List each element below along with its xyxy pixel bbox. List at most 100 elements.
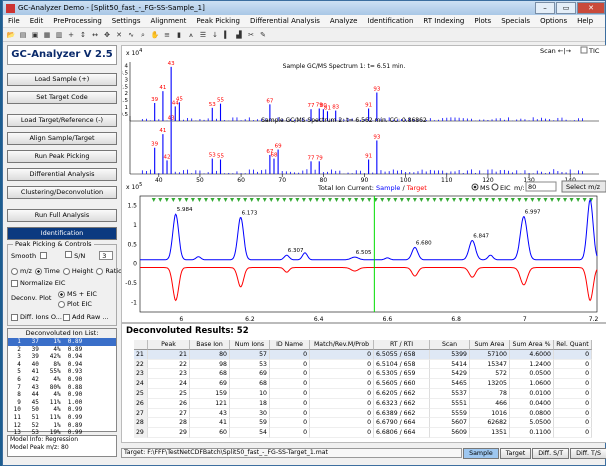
normalize-checkbox[interactable] (11, 279, 18, 287)
load-sample-button[interactable]: Load Sample (+) (7, 73, 117, 86)
clustering-deconvolution-button[interactable]: Clustering/Deconvolution (7, 186, 117, 199)
ion-list-item[interactable]: 2 39 4% 0.89 (8, 346, 116, 354)
diff-ions-checkbox[interactable] (11, 313, 18, 321)
sn-checkbox[interactable] (65, 251, 73, 258)
plots-svg[interactable]: x 104 Scan ←|→ TIC 43.532.521.510.539414… (119, 46, 606, 324)
table-row[interactable]: 29 29 60 54 0 0 6.6806 / 664 5609 1351 0.1100 0 (134, 428, 596, 438)
column-header[interactable]: Num Ions (230, 340, 270, 350)
arrow-down-icon[interactable]: ↓ (210, 30, 220, 40)
results-table[interactable]: Peak Base Ion Num Ions ID Name Match/Rev.M/P… (134, 340, 596, 438)
menu-rt-indexing[interactable]: RT Indexing (418, 17, 469, 25)
table-row[interactable]: 27 27 43 30 0 0 6.6389 / 662 5559 1016 0.0800 0 (134, 408, 596, 419)
scan-nav-label[interactable]: Scan ←|→ (540, 47, 572, 55)
chart-icon[interactable]: ▟ (234, 30, 244, 40)
menu-options[interactable]: Options (535, 17, 572, 25)
hand-icon[interactable]: ✋ (150, 30, 160, 40)
column-header[interactable]: Sum Area % (510, 340, 554, 350)
print-icon[interactable]: ▦ (42, 30, 52, 40)
table-row[interactable]: 21 21 80 57 0 0 6.5055 / 658 5399 57100 4.6000 0 (134, 349, 596, 360)
menu-edit[interactable]: Edit (25, 17, 49, 25)
deconvoluted-ion-list[interactable]: Deconvoluted Ion List: 1 37 1% 0.89 2 39… (7, 328, 117, 444)
close-button[interactable]: ✕ (577, 2, 605, 14)
ion-list-item[interactable]: 7 43 80% 0.88 (8, 384, 116, 392)
menu-specials[interactable]: Specials (496, 17, 535, 25)
ion-list-item[interactable]: 10 50 4% 0.99 (8, 406, 116, 414)
ms-eic-radio[interactable] (58, 290, 65, 298)
column-header[interactable]: RT / RTI (374, 340, 430, 350)
minimize-button[interactable]: – (535, 2, 555, 14)
tic-checkbox[interactable] (580, 46, 588, 54)
add-raw-checkbox[interactable] (63, 313, 70, 321)
diff-t-s-button[interactable]: Diff. T/S (570, 447, 606, 459)
ion-list-item[interactable]: 9 45 11% 1.00 (8, 399, 116, 407)
table-row[interactable]: 25 25 159 10 0 0 6.6205 / 662 5537 78 0.0100 0 (134, 388, 596, 399)
menu-identification[interactable]: Identification (363, 17, 419, 25)
pan-horizontal-icon[interactable]: ↔ (90, 30, 100, 40)
hbar-icon[interactable]: ≡ (162, 30, 172, 40)
waveform-icon[interactable]: ∿ (126, 30, 136, 40)
mode-Height-radio[interactable] (62, 267, 70, 275)
bar-chart-icon[interactable]: ▮ (174, 30, 184, 40)
ion-list-item[interactable]: 6 42 4% 0.90 (8, 376, 116, 384)
menu-differential-analysis[interactable]: Differential Analysis (245, 17, 325, 25)
menu-plots[interactable]: Plots (469, 17, 496, 25)
diff-s-t-button[interactable]: Diff. S/T (532, 447, 570, 459)
table-icon[interactable]: ▥ (54, 30, 64, 40)
pan-vertical-icon[interactable]: ↕ (78, 30, 88, 40)
menu-help[interactable]: Help (572, 17, 598, 25)
sample-button[interactable]: Sample (463, 447, 499, 459)
maximize-button[interactable]: ▭ (556, 2, 576, 14)
table-row[interactable]: 28 28 41 59 0 0 6.6790 / 664 5607 62682 5.0500 0 (134, 418, 596, 429)
open-folder-icon[interactable]: 📂 (6, 30, 16, 40)
menu-preprocessing[interactable]: PreProcessing (48, 17, 107, 25)
plot-area[interactable]: x 104 Scan ←|→ TIC 43.532.521.510.539414… (119, 45, 606, 324)
mode-mz-radio[interactable] (11, 267, 18, 275)
peak-icon[interactable]: ⩚ (186, 30, 196, 40)
menu-peak-picking[interactable]: Peak Picking (191, 17, 245, 25)
move-icon[interactable]: ✥ (102, 30, 112, 40)
ion-list-item[interactable]: 8 44 4% 0.90 (8, 391, 116, 399)
table-row[interactable]: 24 24 69 68 0 0 6.5605 / 660 5465 13205 1.0600 0 (134, 379, 596, 389)
target-button[interactable]: Target (499, 447, 532, 459)
table-row[interactable]: 23 23 68 69 0 0 6.5305 / 659 5429 572 0.0500 0 (134, 369, 596, 380)
zoom-icon[interactable]: ⌕ (138, 30, 148, 40)
run-peak-picking-button[interactable]: Run Peak Picking (7, 150, 117, 163)
cross-icon[interactable]: ✕ (114, 30, 124, 40)
sn-checkbox-wrap[interactable]: S/N (65, 251, 85, 260)
ion-list-item[interactable]: 11 51 11% 0.99 (8, 414, 116, 422)
column-header[interactable]: Peak (148, 340, 190, 350)
table-row[interactable]: 26 26 121 18 0 0 6.6323 / 662 5551 466 0.0400 0 (134, 398, 596, 409)
identification-button[interactable]: Identification (7, 227, 117, 240)
ion-list-item[interactable]: 1 37 1% 0.89 (8, 338, 116, 346)
ion-list-item[interactable]: 12 52 1% 0.89 (8, 422, 116, 430)
menu-analyze[interactable]: Analyze (325, 17, 363, 25)
set-target-code-button[interactable]: Set Target Code (7, 91, 117, 104)
sn-input[interactable]: 3 (99, 251, 114, 260)
column-header[interactable]: Scan (430, 340, 470, 350)
load-target-reference-button[interactable]: Load Target/Reference (-) (7, 114, 117, 127)
eic-radio[interactable] (491, 183, 499, 191)
ion-list-item[interactable]: 4 40 8% 0.94 (8, 361, 116, 369)
differential-analysis-button[interactable]: Differential Analysis (7, 168, 117, 181)
ion-list-item[interactable]: 3 39 42% 0.94 (8, 353, 116, 361)
menu-alignment[interactable]: Alignment (146, 17, 192, 25)
smooth-checkbox[interactable] (40, 252, 48, 259)
column-header[interactable]: Rel. Quant (554, 340, 592, 350)
zoom-in-icon[interactable]: + (66, 30, 76, 40)
column-header[interactable]: Sum Area (470, 340, 510, 350)
save-icon[interactable]: ▣ (30, 30, 40, 40)
run-full-analysis-button[interactable]: Run Full Analysis (7, 209, 117, 222)
column-header[interactable]: ID Name (270, 340, 310, 350)
column-header[interactable]: Match/Rev.M/Prob (310, 340, 374, 350)
align-sample-target-button[interactable]: Align Sample/Target (7, 132, 117, 145)
table-row[interactable]: 22 22 98 53 0 0 6.5104 / 658 5414 15347 1.2400 0 (134, 359, 596, 370)
bars-icon[interactable]: ▍ (222, 30, 232, 40)
new-icon[interactable]: ▤ (18, 30, 28, 40)
ion-list-item[interactable]: 5 41 55% 0.93 (8, 368, 116, 376)
cut-icon[interactable]: ✂ (246, 30, 256, 40)
column-header[interactable]: Base Ion (190, 340, 230, 350)
menu-settings[interactable]: Settings (107, 17, 146, 25)
plot-eic-radio[interactable] (58, 300, 65, 308)
menu-file[interactable]: File (3, 17, 25, 25)
mode-Ratio-radio[interactable] (96, 267, 104, 275)
